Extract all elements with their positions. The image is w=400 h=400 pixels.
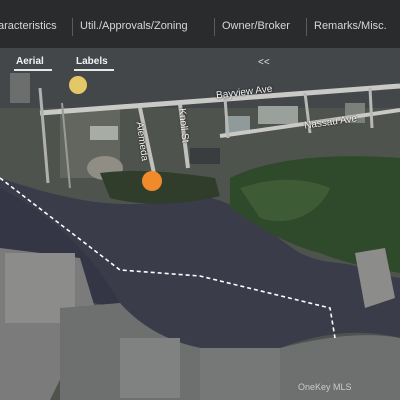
tab-owner-broker[interactable]: Owner/Broker [222, 20, 290, 32]
labels-toggle[interactable]: Labels [76, 56, 108, 67]
map-attribution: OneKey MLS [298, 382, 352, 392]
property-marker[interactable] [142, 171, 162, 191]
collapse-panel-button[interactable]: << [258, 57, 270, 68]
aerial-map[interactable]: Aerial Labels << Bayview Ave Nassau Ave … [0, 48, 400, 400]
tab-divider [306, 18, 307, 36]
aerial-toggle[interactable]: Aerial [16, 56, 44, 67]
aerial-toggle-underline [14, 69, 52, 71]
labels-toggle-underline [74, 69, 114, 71]
tab-util-approvals-zoning[interactable]: Util./Approvals/Zoning [80, 20, 188, 32]
aerial-imagery [0, 48, 400, 400]
tab-divider [214, 18, 215, 36]
listing-tab-bar: aracteristics Util./Approvals/Zoning Own… [0, 0, 400, 49]
tab-divider [72, 18, 73, 36]
tab-remarks-misc[interactable]: Remarks/Misc. [314, 20, 387, 32]
map-viewer: aracteristics Util./Approvals/Zoning Own… [0, 0, 400, 400]
tab-characteristics[interactable]: aracteristics [0, 20, 57, 32]
